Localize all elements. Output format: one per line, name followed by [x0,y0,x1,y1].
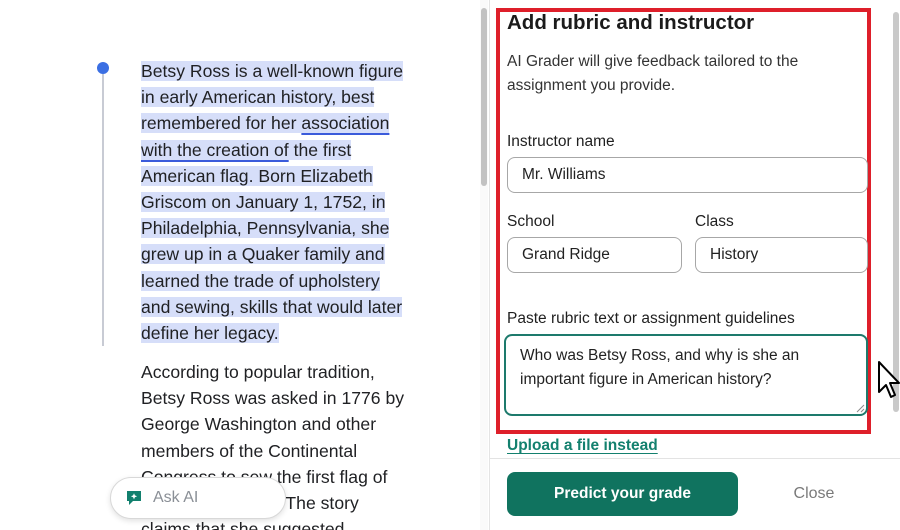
paragraph-line: and sewing, skills that would later [141,294,431,320]
highlighted-text: remembered for her [141,113,302,134]
school-label: School [507,213,555,230]
highlighted-text: grew up in a Quaker family and [141,244,385,265]
paragraph-line: in early American history, best [141,84,431,110]
instructor-name-label: Instructor name [507,133,615,150]
panel-scrollbar-thumb[interactable] [893,12,899,412]
highlighted-text: learned the trade of upholstery [141,270,380,291]
rubric-text-label: Paste rubric text or assignment guidelin… [507,310,795,327]
sparkle-chat-icon [127,491,141,505]
close-button[interactable]: Close [770,472,858,516]
highlighted-text: Griscom on January 1, 1752, in [141,192,386,213]
rubric-textarea[interactable]: Who was Betsy Ross, and why is she an im… [504,334,868,416]
document-scrollbar-thumb[interactable] [481,8,487,186]
upload-file-link[interactable]: Upload a file instead [507,437,658,455]
paragraph-line: members of the Continental [141,440,358,461]
commented-text[interactable]: with the creation of [141,139,289,160]
paragraph-line: with the creation of the first [141,137,431,163]
paragraph-line: define her legacy. [141,320,431,346]
highlighted-text: Betsy Ross is a well-known figure [141,61,404,81]
footer-divider [490,458,900,459]
highlighted-text: define her legacy. [141,323,279,344]
class-input[interactable] [695,237,868,273]
highlighted-text: Philadelphia, Pennsylvania, she [141,218,390,239]
instructor-name-input[interactable] [507,157,868,193]
highlighted-text: the first [288,139,352,160]
class-label: Class [695,213,734,230]
panel-description: AI Grader will give feedback tailored to… [507,53,799,94]
paragraph-line: grew up in a Quaker family and [141,241,431,267]
highlighted-text: in early American history, best [141,87,375,108]
ask-ai-button[interactable]: Ask AI [110,477,286,519]
paragraph-line: American flag. Born Elizabeth [141,163,431,189]
paragraph-line: Griscom on January 1, 1752, in [141,189,431,215]
paragraph-line: learned the trade of upholstery [141,268,431,294]
ask-ai-label: Ask AI [153,489,199,506]
comment-marker-line [102,74,104,346]
document-pane: Betsy Ross is a well-known figure in earl… [0,0,488,530]
panel-title: Add rubric and instructor [507,11,755,34]
school-input[interactable] [507,237,682,273]
paragraph-line: Betsy Ross is a well-known figure [141,58,431,84]
commented-text[interactable]: association [301,113,390,134]
paragraph-highlighted[interactable]: Betsy Ross is a well-known figure in earl… [141,58,431,346]
paragraph-line: According to popular tradition, [141,362,375,382]
paragraph-line: Betsy Ross was asked in 1776 by [141,388,405,409]
highlighted-text: American flag. Born Elizabeth [141,165,373,186]
paragraph-line: remembered for her association [141,110,431,136]
document-scrollbar[interactable] [480,0,488,530]
resize-grip-icon[interactable] [855,403,865,413]
paragraph-line: George Washington and other [141,414,377,435]
comment-marker-dot[interactable] [97,62,109,74]
highlighted-text: and sewing, skills that would later [141,296,403,317]
paragraph-line: Philadelphia, Pennsylvania, she [141,215,431,241]
predict-grade-button[interactable]: Predict your grade [507,472,738,516]
mouse-cursor-icon [878,361,900,398]
